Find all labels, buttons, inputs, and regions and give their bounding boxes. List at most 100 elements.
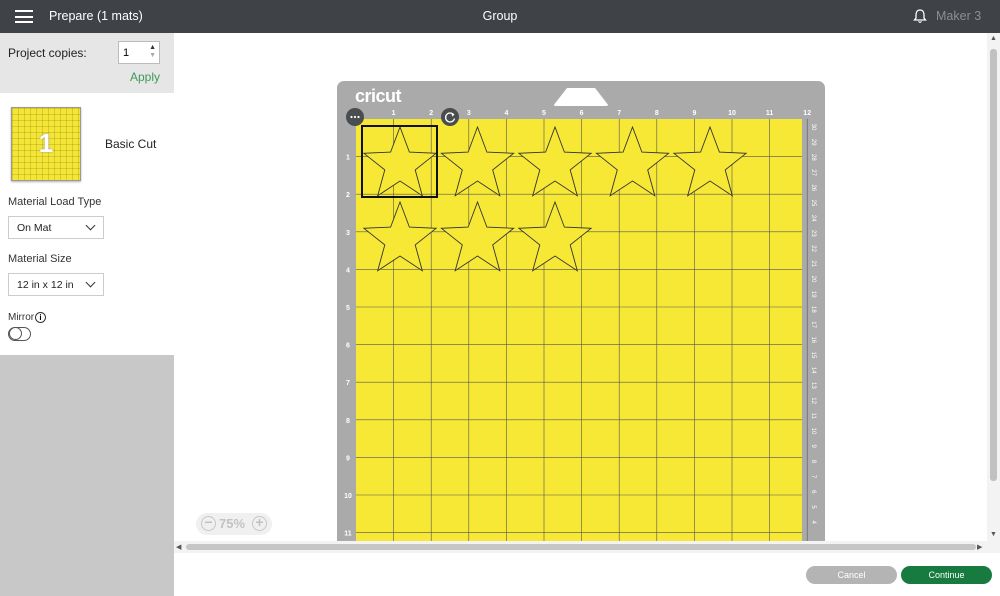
ruler-label-top: 10	[728, 110, 736, 117]
ruler-label-top: 4	[504, 110, 508, 117]
ruler-label-top: 1	[392, 110, 396, 117]
ruler-label-right: 17	[810, 321, 816, 328]
ruler-label-right: 19	[810, 291, 816, 298]
ruler-label-right: 23	[810, 230, 816, 237]
ruler-label-left: 9	[346, 455, 350, 462]
chevron-down-icon	[85, 220, 96, 231]
ruler-label-top: 5	[542, 110, 546, 117]
ruler-label-top: 7	[617, 110, 621, 117]
scroll-down-icon[interactable]: ▼	[990, 531, 997, 538]
load-type-dropdown[interactable]: On Mat	[8, 216, 104, 239]
cancel-button[interactable]: Cancel	[806, 566, 897, 584]
mat-grid[interactable]: 1 2 3 4 5 6 7 8 9 10 11 121234567891011302928272625…	[337, 81, 825, 541]
ruler-label-top: 6	[580, 110, 584, 117]
horizontal-scrollbar[interactable]: ◀ ▶	[174, 541, 987, 553]
ruler-label-right: 24	[810, 215, 816, 222]
ruler-label-left: 3	[346, 230, 350, 237]
ruler-label-top: 2	[429, 110, 433, 117]
apply-button[interactable]: Apply	[130, 70, 160, 84]
ruler-label-right: 21	[810, 260, 816, 267]
vertical-scrollbar[interactable]: ▲ ▼	[987, 33, 1000, 553]
project-copies-label: Project copies:	[8, 46, 87, 60]
mat-thumbnail[interactable]: 1	[11, 107, 81, 181]
ruler-label-top: 8	[655, 110, 659, 117]
mirror-label: Mirror	[8, 312, 35, 323]
ruler-label-right: 4	[810, 521, 816, 525]
zoom-out-button[interactable]: −	[201, 515, 216, 531]
ruler-label-top: 9	[692, 110, 696, 117]
zoom-level: 75%	[219, 516, 246, 531]
menu-icon[interactable]	[15, 10, 33, 23]
cutting-mat: cricut 1 2 3 4 5 6 7 8 9 10 11 12 1 2 3 4 5 6 7 8 9 10 11 30 29 2…	[337, 81, 825, 541]
ruler-label-right: 22	[810, 245, 816, 252]
ruler-label-right: 28	[810, 154, 816, 161]
ruler-label-right: 25	[810, 200, 816, 207]
ruler-label-top: 3	[467, 110, 471, 117]
dot	[357, 115, 360, 119]
ruler-label-left: 1	[346, 155, 350, 162]
horizontal-scroll-thumb[interactable]	[186, 544, 976, 550]
dot	[353, 115, 357, 119]
scroll-left-icon[interactable]: ◀	[176, 543, 181, 551]
ruler-label-top: 12	[803, 110, 811, 117]
ruler-label-right: 27	[810, 169, 816, 176]
mirror-toggle[interactable]	[8, 327, 31, 341]
rotate-icon[interactable]	[441, 108, 459, 126]
ruler-label-right: 7	[810, 475, 816, 479]
zoom-control: − 75% +	[196, 513, 272, 535]
continue-button[interactable]: Continue	[901, 566, 992, 584]
ruler-label-right: 9	[810, 445, 816, 449]
ruler-label-left: 11	[344, 531, 352, 538]
ruler-label-right: 14	[810, 367, 816, 374]
ruler-label-left: 8	[346, 418, 350, 425]
ruler-label-right: 30	[810, 124, 816, 131]
mat-settings-panel: 1 Basic Cut Material Load Type On Mat Ma…	[0, 93, 174, 355]
left-panel: Project copies: 1 ▲ ▼ Apply 1 Basic Cut M…	[0, 33, 174, 596]
bell-icon[interactable]	[912, 8, 928, 24]
ruler-label-right: 12	[810, 397, 816, 404]
ruler-label-right: 16	[810, 336, 816, 343]
ruler-label-right: 8	[810, 460, 816, 464]
load-type-label: Material Load Type	[8, 196, 102, 208]
info-icon[interactable]: i	[35, 312, 46, 323]
ruler-label-right: 15	[810, 352, 816, 359]
scroll-right-icon[interactable]: ▶	[977, 543, 982, 551]
ruler-label-right: 10	[810, 428, 816, 435]
scroll-up-icon[interactable]: ▲	[990, 35, 997, 42]
mat-canvas[interactable]: cricut 1 2 3 4 5 6 7 8 9 10 11 12 1 2 3 4 5 6 7 8 9 10 11 30 29 2…	[174, 33, 987, 541]
material-size-dropdown[interactable]: 12 in x 12 in	[8, 273, 104, 296]
machine-selector[interactable]: Maker 3	[936, 9, 981, 23]
load-type-value: On Mat	[17, 222, 52, 234]
material-size-label: Material Size	[8, 253, 72, 265]
ruler-label-right: 5	[810, 505, 816, 509]
mat-name: Basic Cut	[105, 137, 157, 151]
ruler-label-right: 26	[810, 184, 816, 191]
top-bar: Prepare (1 mats) Group Maker 3	[0, 0, 1000, 33]
ruler-label-right: 29	[810, 139, 816, 146]
chevron-down-icon	[85, 277, 96, 288]
mat-surface	[356, 119, 802, 541]
zoom-in-button[interactable]: +	[252, 515, 267, 531]
page-title: Prepare (1 mats)	[49, 9, 143, 23]
copies-stepper[interactable]: ▲ ▼	[149, 44, 156, 60]
project-copies-section: Project copies: 1 ▲ ▼ Apply	[0, 33, 174, 93]
ruler-label-right: 6	[810, 490, 816, 494]
ruler-label-right: 13	[810, 382, 816, 389]
ruler-label-left: 6	[346, 343, 350, 350]
vertical-scroll-thumb[interactable]	[990, 49, 997, 481]
ruler-label-left: 4	[346, 267, 350, 274]
mat-number: 1	[38, 128, 54, 158]
ruler-label-top: 11	[766, 110, 774, 117]
dot	[350, 115, 353, 119]
ruler-label-right: 11	[810, 413, 816, 420]
ruler-label-left: 5	[346, 305, 350, 312]
project-copies-input[interactable]: 1 ▲ ▼	[118, 41, 160, 64]
project-copies-value: 1	[123, 47, 130, 59]
ruler-label-left: 2	[346, 192, 350, 199]
ruler-label-left: 7	[346, 380, 350, 387]
material-size-value: 12 in x 12 in	[17, 279, 74, 291]
ruler-label-right: 20	[810, 276, 816, 283]
ruler-label-left: 10	[344, 493, 352, 500]
ruler-label-right: 18	[810, 306, 816, 313]
group-label: Group	[482, 9, 518, 23]
